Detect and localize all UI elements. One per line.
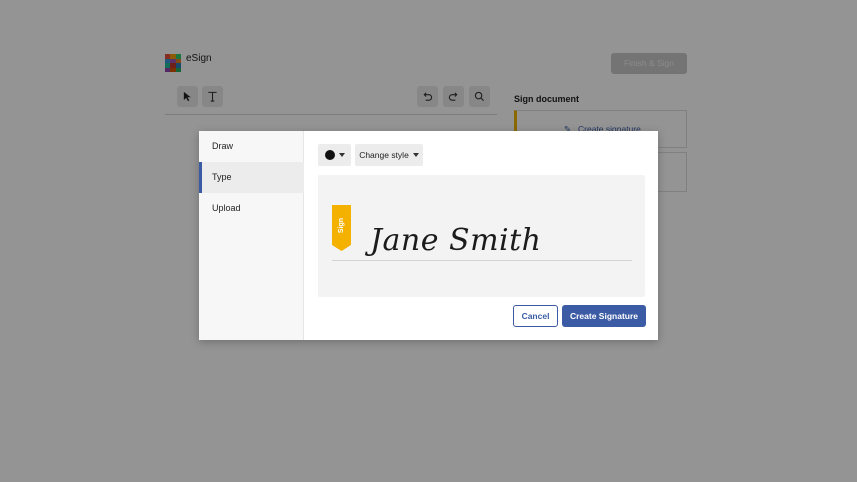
tab-upload[interactable]: Upload bbox=[199, 193, 304, 224]
typed-signature: Jane Smith bbox=[370, 223, 542, 258]
sign-flag: Sign bbox=[332, 205, 351, 245]
change-style-dropdown[interactable]: Change style bbox=[355, 144, 423, 166]
caret-down-icon bbox=[338, 153, 345, 157]
signature-preview[interactable]: Sign Jane Smith bbox=[318, 175, 645, 297]
caret-down-icon bbox=[412, 153, 419, 157]
signature-dialog: Draw Type Upload Change style Sign Jane … bbox=[199, 131, 658, 340]
create-signature-button[interactable]: Create Signature bbox=[562, 305, 646, 327]
signature-baseline bbox=[332, 260, 632, 261]
tab-type[interactable]: Type bbox=[199, 162, 304, 193]
color-swatch bbox=[324, 150, 335, 160]
tab-draw[interactable]: Draw bbox=[199, 131, 304, 162]
cancel-button[interactable]: Cancel bbox=[513, 305, 558, 327]
change-style-label: Change style bbox=[359, 150, 409, 160]
color-dropdown[interactable] bbox=[318, 144, 351, 166]
signature-tabs: Draw Type Upload bbox=[199, 131, 304, 340]
sign-flag-label: Sign bbox=[337, 217, 345, 233]
